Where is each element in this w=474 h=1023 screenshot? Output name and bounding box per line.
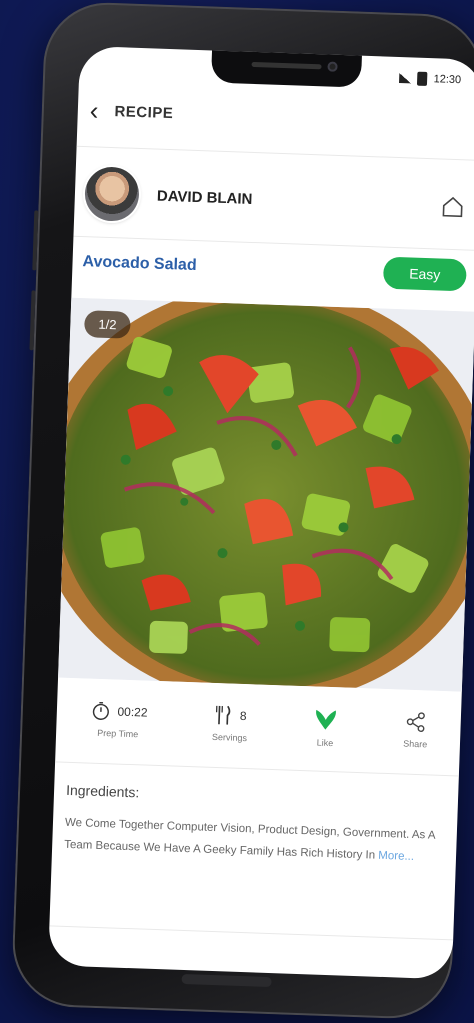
recipe-name: Avocado Salad	[82, 253, 197, 275]
like-label: Like	[316, 737, 334, 749]
ingredients-title: Ingredients:	[65, 781, 140, 801]
avatar[interactable]	[84, 166, 140, 222]
stat-prep-time: 00:22 Prep Time	[89, 700, 148, 740]
prep-time-value: 00:22	[117, 704, 148, 720]
author-name[interactable]: DAVID BLAIN	[157, 187, 253, 207]
servings-icon	[215, 705, 231, 725]
recipe-title-row: Avocado Salad Easy	[82, 242, 467, 295]
camera-icon	[327, 61, 338, 72]
more-link[interactable]: More...	[378, 850, 414, 863]
recipe-image[interactable]: 1/2	[58, 297, 474, 692]
phone-frame: 12:30 ‹ RECIPE DAVID BLAIN Avocado Salad…	[10, 0, 474, 1021]
app-screen: 12:30 ‹ RECIPE DAVID BLAIN Avocado Salad…	[48, 45, 474, 980]
status-bar: 12:30	[399, 71, 461, 87]
home-icon[interactable]	[440, 195, 465, 220]
top-bar: ‹ RECIPE	[77, 82, 474, 152]
salad-illustration	[58, 297, 474, 692]
page-title: RECIPE	[114, 102, 174, 122]
image-counter: 1/2	[83, 310, 131, 339]
servings-label: Servings	[211, 731, 248, 744]
battery-icon	[417, 71, 428, 87]
status-time: 12:30	[433, 73, 462, 87]
ingredients-section: Ingredients: We Come Together Computer V…	[64, 782, 444, 869]
home-indicator	[181, 973, 272, 988]
ingredients-text: We Come Together Computer Vision, Produc…	[64, 812, 443, 869]
chevron-left-icon[interactable]: ‹	[89, 95, 99, 125]
share-icon[interactable]	[405, 711, 428, 734]
volume-button	[32, 210, 39, 271]
servings-value: 8	[239, 708, 247, 724]
timer-icon	[92, 701, 109, 720]
stat-share[interactable]: Share	[403, 711, 428, 750]
author-row: DAVID BLAIN	[84, 158, 466, 241]
difficulty-badge: Easy	[382, 256, 467, 292]
stat-like[interactable]: Like	[312, 705, 339, 748]
prep-time-label: Prep Time	[97, 727, 139, 740]
share-label: Share	[403, 738, 428, 750]
stat-servings: 8 Servings	[212, 704, 248, 743]
signal-icon	[399, 73, 412, 84]
notch	[210, 48, 363, 88]
stats-row: 00:22 Prep Time 8 Servings Like Share	[55, 681, 461, 767]
divider	[49, 925, 454, 941]
like-icon[interactable]	[312, 705, 339, 732]
volume-button-2	[29, 290, 36, 351]
speaker	[251, 61, 322, 70]
